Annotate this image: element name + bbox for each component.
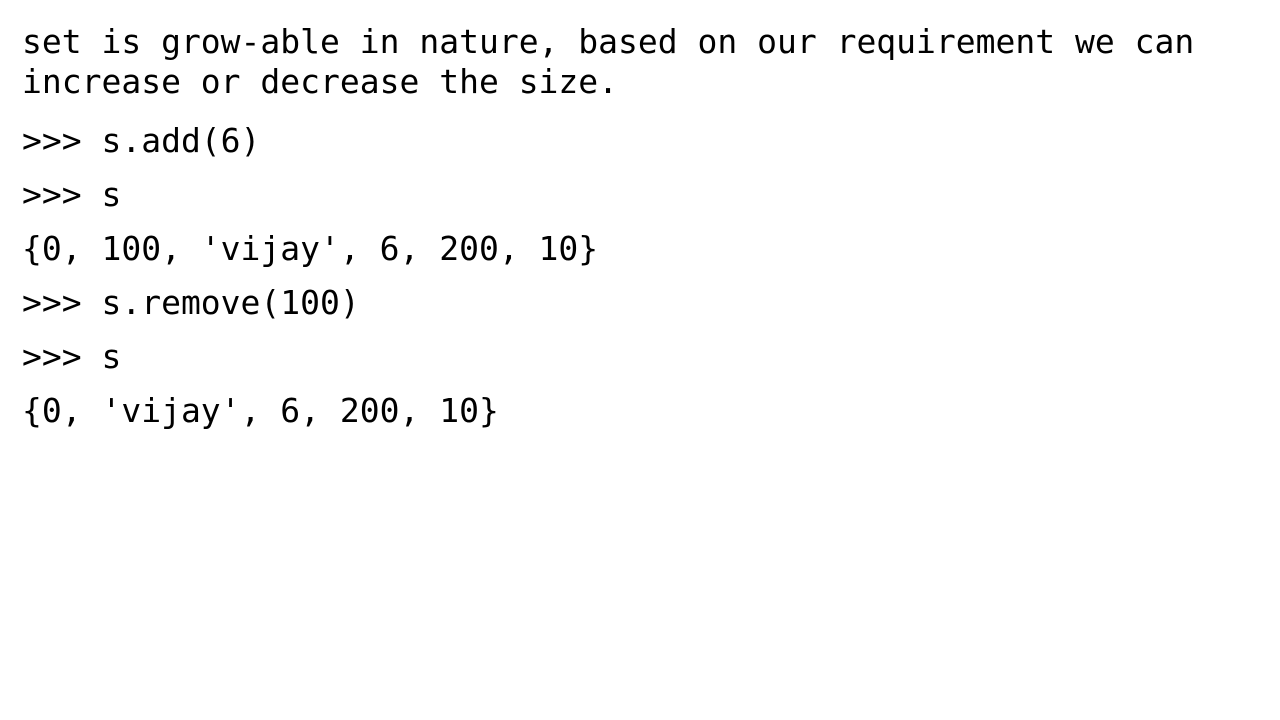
code-line-show-set-again: >>> s	[22, 337, 122, 376]
code-line-show-set: >>> s	[22, 175, 122, 214]
intro-paragraph: set is grow-able in nature, based on our…	[22, 22, 1262, 102]
code-line-add: >>> s.add(6)	[22, 121, 261, 160]
code-line-set-output-after-remove: {0, 'vijay', 6, 200, 10}	[22, 391, 499, 430]
slide-body: set is grow-able in nature, based on our…	[22, 22, 1262, 438]
code-line-remove: >>> s.remove(100)	[22, 283, 360, 322]
intro-line-2: increase or decrease the size.	[22, 62, 619, 101]
code-line-set-output: {0, 100, 'vijay', 6, 200, 10}	[22, 229, 599, 268]
intro-line-1: set is grow-able in nature, based on our…	[22, 22, 1195, 61]
code-block: >>> s.add(6) >>> s {0, 100, 'vijay', 6, …	[22, 114, 1262, 438]
